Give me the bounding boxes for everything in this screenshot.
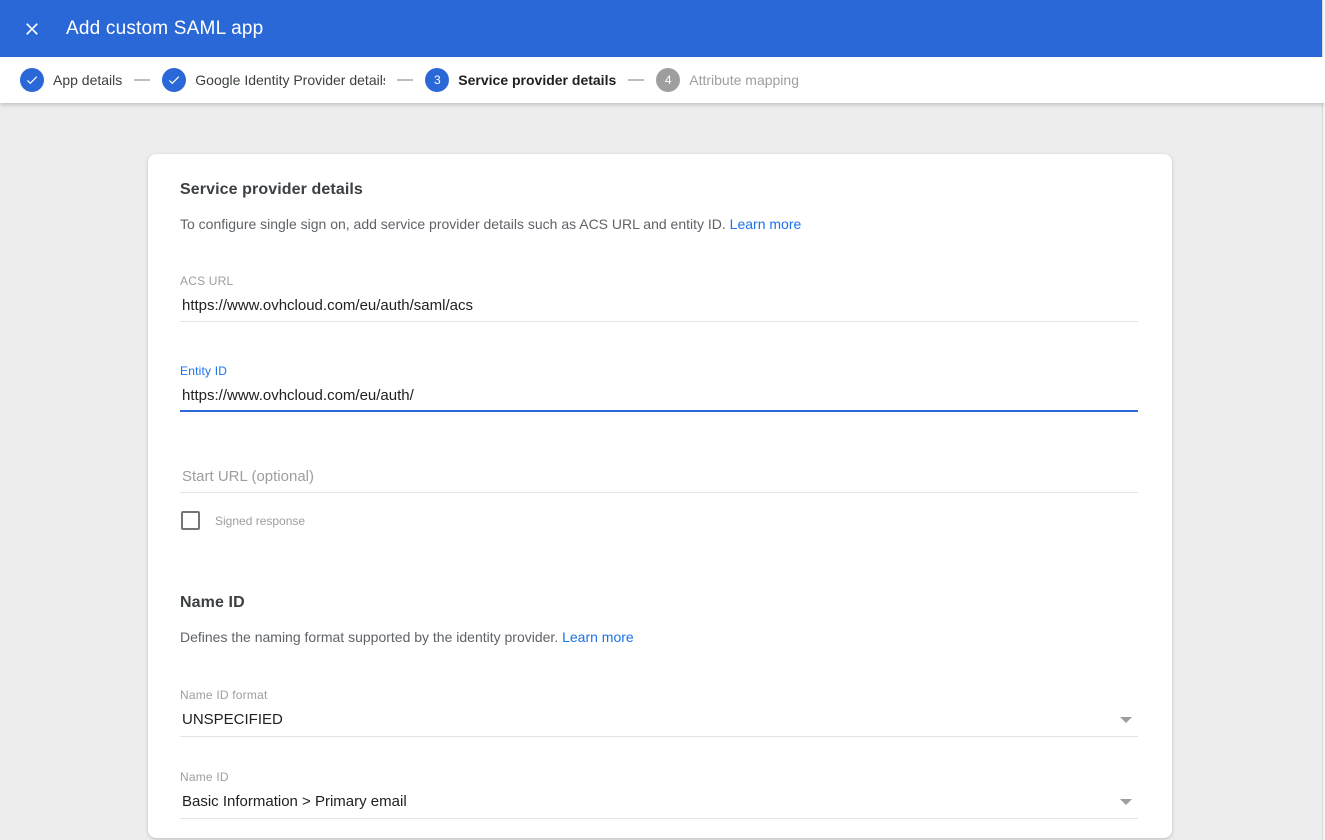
name-id-field: Name ID Basic Information > Primary emai… [180, 770, 1140, 819]
step-app-details[interactable]: App details [20, 68, 122, 92]
step-service-provider-details[interactable]: 3 Service provider details [425, 68, 616, 92]
step-4-label: Attribute mapping [689, 72, 799, 88]
close-icon[interactable] [20, 17, 44, 41]
step-attribute-mapping[interactable]: 4 Attribute mapping [656, 68, 799, 92]
step-connector [628, 79, 644, 81]
step-3-number: 3 [425, 68, 449, 92]
name-id-description: Defines the naming format supported by t… [180, 629, 1140, 645]
dropdown-arrow-icon [1120, 799, 1132, 805]
signed-response-row: Signed response [180, 511, 1140, 530]
description-text: Defines the naming format supported by t… [180, 629, 558, 645]
entity-id-label: Entity ID [180, 364, 1140, 378]
service-provider-card: Service provider details To configure si… [148, 154, 1172, 838]
step-connector [134, 79, 150, 81]
name-id-select[interactable]: Basic Information > Primary email [180, 784, 1138, 819]
step-connector [397, 79, 413, 81]
step-4-number: 4 [656, 68, 680, 92]
acs-url-input[interactable] [180, 288, 1138, 322]
service-provider-description: To configure single sign on, add service… [180, 216, 1140, 232]
step-1-check-icon [20, 68, 44, 92]
dropdown-arrow-icon [1120, 717, 1132, 723]
start-url-field [180, 464, 1140, 493]
step-2-check-icon [162, 68, 186, 92]
learn-more-link[interactable]: Learn more [562, 629, 634, 645]
step-1-label: App details [53, 72, 122, 88]
learn-more-link[interactable]: Learn more [730, 216, 802, 232]
start-url-input[interactable] [180, 464, 1138, 493]
dialog-header: Add custom SAML app [0, 0, 1325, 57]
name-id-format-select[interactable]: UNSPECIFIED [180, 702, 1138, 737]
name-id-format-field: Name ID format UNSPECIFIED [180, 688, 1140, 737]
acs-url-label: ACS URL [180, 274, 1140, 288]
section-title-name-id: Name ID [180, 594, 1140, 612]
dialog-title: Add custom SAML app [66, 18, 263, 40]
name-id-section: Name ID Defines the naming format suppor… [180, 594, 1140, 819]
signed-response-label: Signed response [215, 514, 305, 528]
name-id-value: Basic Information > Primary email [182, 793, 407, 810]
name-id-format-label: Name ID format [180, 688, 1140, 702]
name-id-format-value: UNSPECIFIED [182, 711, 283, 728]
step-2-label: Google Identity Provider details [195, 72, 385, 88]
signed-response-checkbox[interactable] [181, 511, 200, 530]
step-google-idp-details[interactable]: Google Identity Provider details [162, 68, 385, 92]
step-3-label: Service provider details [458, 72, 616, 88]
name-id-label: Name ID [180, 770, 1140, 784]
description-text: To configure single sign on, add service… [180, 216, 726, 232]
entity-id-input[interactable] [180, 378, 1138, 412]
section-title-service-provider: Service provider details [180, 181, 1140, 199]
entity-id-field: Entity ID [180, 364, 1140, 412]
stepper: App details Google Identity Provider det… [0, 57, 1325, 103]
acs-url-field: ACS URL [180, 274, 1140, 322]
